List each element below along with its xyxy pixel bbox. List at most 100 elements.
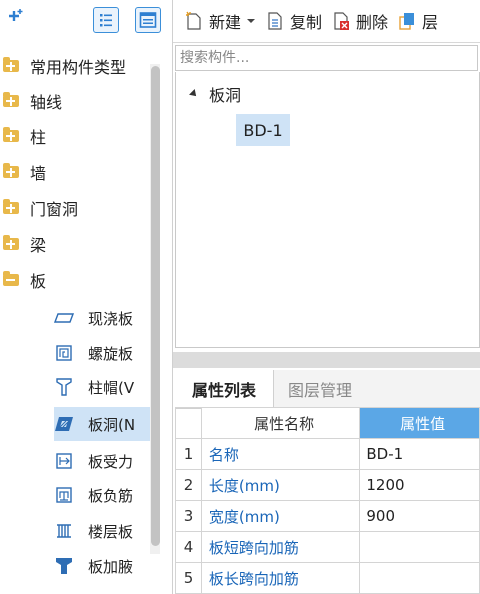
row-index: 4 bbox=[175, 531, 202, 563]
sub-item-label: 螺旋板 bbox=[88, 344, 134, 363]
component-item-bd-1[interactable]: BD-1 bbox=[236, 114, 290, 146]
copy-icon bbox=[268, 12, 282, 30]
property-value[interactable]: BD-1 bbox=[359, 438, 480, 470]
tree-item-column[interactable]: 柱 bbox=[0, 118, 150, 154]
property-name: 长度(mm) bbox=[200, 469, 361, 501]
tab-layer-management[interactable]: 图层管理 bbox=[274, 370, 366, 408]
component-toolbar: 新建 复制 删除 层 bbox=[173, 0, 480, 43]
tab-label: 属性列表 bbox=[191, 381, 256, 400]
layer-icon bbox=[399, 13, 415, 30]
folder-plus-icon[interactable] bbox=[3, 127, 19, 142]
detail-view-button[interactable] bbox=[135, 7, 161, 33]
tree-item-wall[interactable]: 墙 bbox=[0, 154, 150, 190]
slab-haunch-icon bbox=[54, 556, 74, 576]
folder-plus-icon[interactable] bbox=[3, 57, 19, 72]
detail-view-icon bbox=[139, 12, 157, 28]
property-name: 板长跨向加筋 bbox=[200, 562, 361, 594]
slab-force-rebar-icon bbox=[54, 451, 74, 471]
component-list bbox=[175, 72, 480, 348]
property-value[interactable]: 1200 bbox=[359, 469, 480, 501]
search-input[interactable] bbox=[176, 46, 477, 70]
folder-minus-icon[interactable] bbox=[3, 271, 19, 286]
cast-slab-icon bbox=[54, 308, 74, 328]
sub-item-label: 板洞(N bbox=[88, 415, 136, 434]
dropdown-arrow-icon[interactable] bbox=[246, 17, 256, 25]
property-tabs: 属性列表 图层管理 bbox=[175, 370, 480, 409]
spiral-slab-icon bbox=[54, 343, 74, 363]
sub-item-label: 板受力 bbox=[88, 452, 134, 471]
table-row[interactable]: 1 名称 BD-1 bbox=[175, 438, 480, 470]
tree-item-slab[interactable]: 板 bbox=[0, 262, 150, 298]
table-row[interactable]: 4 板短跨向加筋 bbox=[175, 531, 480, 563]
property-name: 板短跨向加筋 bbox=[200, 531, 361, 563]
index-header bbox=[175, 407, 202, 439]
slab-negative-rebar-icon bbox=[54, 485, 74, 505]
folder-plus-icon[interactable] bbox=[3, 92, 19, 107]
tree-item-label: 轴线 bbox=[30, 93, 63, 112]
table-row[interactable]: 2 长度(mm) 1200 bbox=[175, 469, 480, 501]
list-view-button[interactable] bbox=[93, 7, 119, 33]
row-index: 5 bbox=[175, 562, 202, 594]
add-icon[interactable] bbox=[8, 8, 24, 24]
delete-icon bbox=[334, 12, 350, 30]
row-index: 1 bbox=[175, 438, 202, 470]
property-name: 名称 bbox=[200, 438, 361, 470]
tree-item-label: 常用构件类型 bbox=[30, 58, 127, 77]
component-item-label: BD-1 bbox=[243, 120, 283, 140]
copy-button-label: 复制 bbox=[290, 13, 323, 32]
tree-item-label: 门窗洞 bbox=[30, 200, 79, 219]
column-cap-icon bbox=[54, 377, 74, 397]
list-view-icon bbox=[100, 14, 112, 27]
collapse-triangle-icon[interactable] bbox=[189, 89, 199, 99]
new-button-label: 新建 bbox=[209, 13, 242, 32]
sub-item-label: 柱帽(V bbox=[88, 378, 135, 397]
tree-item-label: 柱 bbox=[30, 128, 47, 147]
tree-item-label: 墙 bbox=[30, 164, 47, 183]
new-button[interactable]: 新建 bbox=[185, 0, 256, 42]
property-value[interactable] bbox=[359, 562, 480, 594]
folder-plus-icon[interactable] bbox=[3, 235, 19, 250]
row-index: 2 bbox=[175, 469, 202, 501]
tree-item-beam[interactable]: 梁 bbox=[0, 226, 150, 262]
sub-item-floor-slab[interactable]: 楼层板 bbox=[54, 514, 150, 548]
panel-splitter[interactable] bbox=[173, 352, 480, 368]
sub-item-label: 现浇板 bbox=[88, 309, 134, 328]
property-name-header: 属性名称 bbox=[200, 407, 361, 439]
table-header-row: 属性名称 属性值 bbox=[175, 407, 480, 439]
sub-item-slab-hole[interactable]: 板洞(N bbox=[54, 407, 150, 441]
left-toolbar bbox=[0, 0, 172, 40]
sub-item-slab-force-rebar[interactable]: 板受力 bbox=[54, 444, 150, 478]
delete-button[interactable]: 删除 bbox=[332, 0, 388, 42]
layer-button[interactable]: 层 bbox=[398, 0, 438, 42]
new-file-icon bbox=[186, 11, 201, 30]
tree-item-axis[interactable]: 轴线 bbox=[0, 83, 150, 119]
layer-button-label: 层 bbox=[422, 13, 439, 32]
sub-item-slab-haunch[interactable]: 板加腋 bbox=[54, 549, 150, 583]
property-table: 属性名称 属性值 1 名称 BD-1 2 长度(mm) 1200 3 宽度(mm… bbox=[175, 407, 480, 594]
folder-plus-icon[interactable] bbox=[3, 199, 19, 214]
table-row[interactable]: 5 板长跨向加筋 bbox=[175, 562, 480, 594]
sub-item-label: 板负筋 bbox=[88, 486, 134, 505]
sub-item-cast-slab[interactable]: 现浇板 bbox=[54, 301, 150, 335]
property-value[interactable] bbox=[359, 531, 480, 563]
tree-item-common-types[interactable]: 常用构件类型 bbox=[0, 48, 150, 84]
table-row[interactable]: 3 宽度(mm) 900 bbox=[175, 500, 480, 532]
tree-item-door-window-opening[interactable]: 门窗洞 bbox=[0, 190, 150, 226]
tree-scrollbar-thumb[interactable] bbox=[151, 66, 160, 546]
sub-item-slab-negative-rebar[interactable]: 板负筋 bbox=[54, 478, 150, 512]
sub-item-column-cap[interactable]: 柱帽(V bbox=[54, 370, 150, 404]
sub-item-label: 板加腋 bbox=[88, 557, 134, 576]
floor-slab-icon bbox=[54, 521, 74, 541]
folder-plus-icon[interactable] bbox=[3, 163, 19, 178]
property-value-header: 属性值 bbox=[359, 407, 480, 439]
sub-item-label: 楼层板 bbox=[88, 522, 134, 541]
tab-property-list[interactable]: 属性列表 bbox=[175, 370, 274, 408]
property-value[interactable]: 900 bbox=[359, 500, 480, 532]
delete-button-label: 删除 bbox=[356, 13, 389, 32]
sub-item-spiral-slab[interactable]: 螺旋板 bbox=[54, 336, 150, 370]
component-search bbox=[175, 45, 478, 71]
copy-button[interactable]: 复制 bbox=[266, 0, 322, 42]
tab-label: 图层管理 bbox=[287, 381, 352, 400]
property-name: 宽度(mm) bbox=[200, 500, 361, 532]
component-tree-root[interactable]: 板洞 bbox=[189, 82, 241, 106]
